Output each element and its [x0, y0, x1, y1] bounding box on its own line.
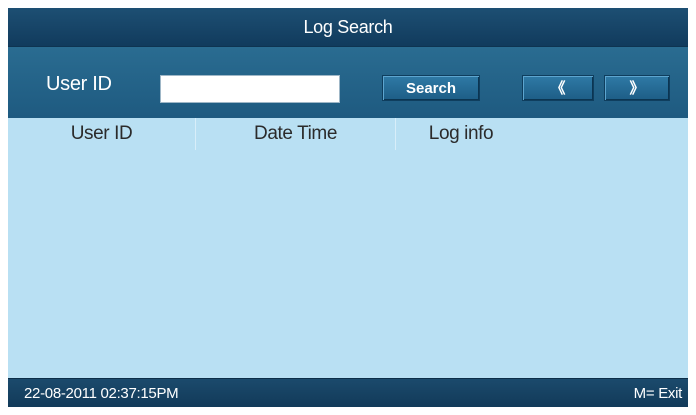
column-header-date-time: Date Time — [196, 118, 396, 150]
user-id-input[interactable] — [160, 75, 340, 103]
exit-hint: M= Exit — [633, 385, 683, 402]
user-id-label: User ID — [46, 73, 112, 95]
status-bar: 22-08-2011 02:37:15PM M= Exit — [8, 378, 688, 407]
window-title: Log Search — [8, 8, 688, 46]
double-chevron-right-icon: 》 — [629, 79, 645, 97]
log-table-body — [8, 150, 688, 378]
search-button[interactable]: Search — [382, 75, 480, 101]
search-toolbar: User ID Search 《 》 — [8, 46, 688, 118]
log-table-header: User ID Date Time Log info — [8, 118, 688, 150]
column-header-user-id: User ID — [8, 118, 196, 150]
previous-page-button[interactable]: 《 — [522, 75, 594, 101]
log-search-screen: Log Search User ID Search 《 》 User ID Da… — [8, 8, 688, 407]
double-chevron-left-icon: 《 — [550, 79, 566, 97]
status-datetime: 22-08-2011 02:37:15PM — [24, 385, 179, 402]
column-header-log-info: Log info — [428, 123, 494, 144]
next-page-button[interactable]: 》 — [604, 75, 670, 101]
